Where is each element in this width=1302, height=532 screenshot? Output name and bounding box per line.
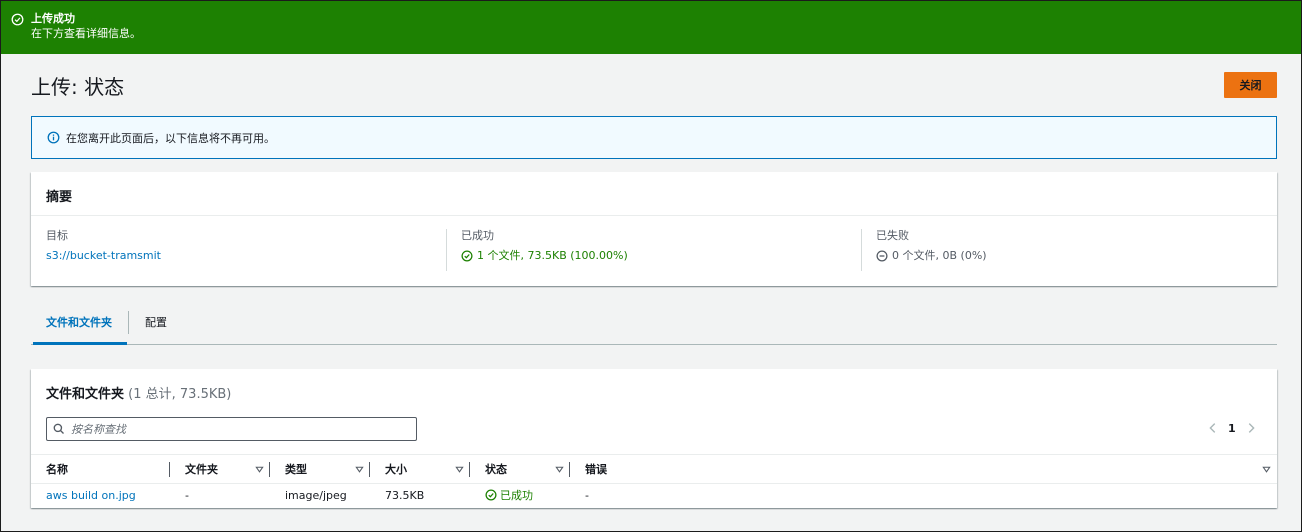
tab-configuration[interactable]: 配置 (130, 301, 182, 344)
tab-files-and-folders[interactable]: 文件和文件夹 (31, 301, 127, 345)
destination-link[interactable]: s3://bucket-tramsmit (46, 248, 161, 263)
check-circle-icon (11, 13, 24, 26)
page-title: 上传: 状态 (31, 75, 125, 99)
files-panel-header: 文件和文件夹 (1 总计, 73.5KB) (46, 383, 231, 402)
summary-failed: 已失败 0 个文件, 0B (0%) (861, 228, 1276, 271)
column-header-status[interactable]: 状态 (470, 454, 570, 484)
column-header-name[interactable]: 名称 (31, 454, 170, 484)
caret-down-icon (455, 466, 464, 473)
table-header-row: 名称 文件夹 类型 大小 状态 错误 (31, 454, 1277, 484)
close-button[interactable]: 关闭 (1224, 72, 1277, 98)
files-panel-title: 文件和文件夹 (46, 387, 125, 402)
summary-panel: 摘要 目标 s3://bucket-tramsmit 已成功 1 个文件, 73… (31, 172, 1277, 286)
files-table: 名称 文件夹 类型 大小 状态 错误 aws build on.jpg - im… (31, 454, 1277, 508)
page-number[interactable]: 1 (1228, 422, 1236, 435)
destination-label: 目标 (46, 229, 68, 242)
summary-destination: 目标 s3://bucket-tramsmit (31, 228, 446, 263)
failed-label: 已失败 (876, 229, 909, 242)
info-alert-text: 在您离开此页面后，以下信息将不再可用。 (66, 131, 275, 145)
caret-down-icon (555, 466, 564, 473)
file-error-cell: - (585, 489, 589, 503)
minus-circle-icon (876, 249, 888, 262)
file-status-cell: 已成功 (470, 484, 570, 508)
succeeded-value: 1 个文件, 73.5KB (100.00%) (477, 249, 628, 262)
table-row: aws build on.jpg - image/jpeg 73.5KB 已成功… (31, 484, 1277, 508)
check-circle-icon (461, 249, 473, 262)
column-header-folder[interactable]: 文件夹 (170, 454, 270, 484)
chevron-right-icon[interactable] (1244, 421, 1258, 435)
column-header-type[interactable]: 类型 (270, 454, 370, 484)
column-header-error[interactable]: 错误 (570, 454, 1277, 484)
search-input[interactable] (71, 422, 401, 436)
summary-title: 摘要 (31, 172, 1277, 216)
search-box (46, 417, 417, 441)
file-folder-cell: - (185, 489, 189, 503)
column-header-size[interactable]: 大小 (370, 454, 470, 484)
success-flash-banner: 上传成功 在下方查看详细信息。 (1, 1, 1301, 54)
info-alert: 在您离开此页面后，以下信息将不再可用。 (31, 116, 1277, 159)
flash-title: 上传成功 (31, 12, 75, 25)
tab-divider (128, 311, 129, 334)
flash-subtitle: 在下方查看详细信息。 (31, 27, 141, 40)
files-count: (1 总计, 73.5KB) (128, 387, 232, 402)
files-panel: 文件和文件夹 (1 总计, 73.5KB) 1 名称 (31, 369, 1277, 508)
file-size-cell: 73.5KB (385, 489, 425, 503)
file-name-link[interactable]: aws build on.jpg (46, 489, 136, 502)
tab-list: 文件和文件夹 配置 (31, 301, 1277, 345)
search-icon (53, 423, 64, 434)
file-type-cell: image/jpeg (285, 489, 347, 503)
failed-value: 0 个文件, 0B (0%) (892, 249, 987, 262)
caret-down-icon (255, 466, 264, 473)
summary-succeeded: 已成功 1 个文件, 73.5KB (100.00%) (446, 228, 861, 271)
info-icon (47, 131, 60, 144)
pagination: 1 (1206, 421, 1258, 435)
check-circle-icon (485, 489, 497, 501)
caret-down-icon (355, 466, 364, 473)
file-status-text: 已成功 (500, 489, 533, 503)
succeeded-label: 已成功 (461, 229, 494, 242)
chevron-left-icon[interactable] (1206, 421, 1220, 435)
caret-down-icon (1262, 466, 1271, 473)
